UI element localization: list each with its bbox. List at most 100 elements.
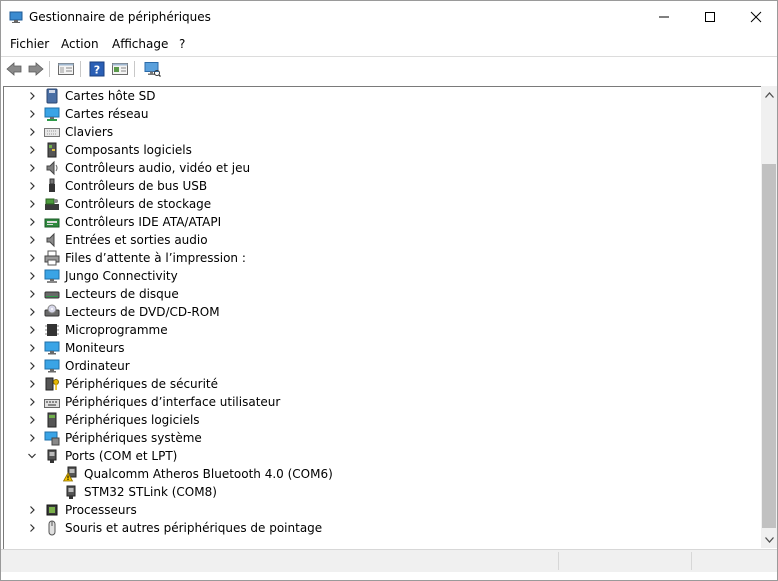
tree-item[interactable]: Contrôleurs audio, vidéo et jeu — [4, 159, 744, 177]
chevron-right-icon[interactable] — [26, 378, 38, 390]
tree-item-label: Claviers — [65, 125, 114, 139]
tree-item-label: Processeurs — [65, 503, 137, 517]
tree-item[interactable]: Composants logiciels — [4, 141, 744, 159]
chevron-right-icon[interactable] — [26, 432, 38, 444]
device-tree[interactable]: Cartes hôte SD Cartes réseau Claviers Compo… — [3, 86, 762, 549]
tree-item[interactable]: Ports (COM et LPT) — [4, 447, 744, 465]
chevron-right-icon[interactable] — [26, 360, 38, 372]
tree-item[interactable]: Moniteurs — [4, 339, 744, 357]
maximize-button[interactable] — [687, 1, 733, 33]
menu-help[interactable]: ? — [179, 37, 185, 51]
chevron-right-icon[interactable] — [26, 216, 38, 228]
chevron-right-icon[interactable] — [26, 90, 38, 102]
tree-item[interactable]: Claviers — [4, 123, 744, 141]
tree-item[interactable]: Contrôleurs de stockage — [4, 195, 744, 213]
tree-item-label: Lecteurs de disque — [65, 287, 179, 301]
update-driver-icon — [112, 63, 128, 75]
processor-icon — [46, 504, 58, 516]
tree-item[interactable]: Périphériques système — [4, 429, 744, 447]
tree-item[interactable]: Souris et autres périphériques de pointa… — [4, 519, 744, 537]
tree-item-label: Composants logiciels — [65, 143, 192, 157]
tree-item[interactable]: Lecteurs de disque — [4, 285, 744, 303]
tree-item[interactable]: Ordinateur — [4, 357, 744, 375]
toolbar-separator — [80, 61, 81, 77]
printer-icon — [44, 250, 60, 266]
title-bar[interactable]: Gestionnaire de périphériques — [1, 1, 777, 33]
help-button[interactable]: ? — [87, 59, 107, 79]
chevron-right-icon[interactable] — [26, 504, 38, 516]
tree-item[interactable]: Périphériques de sécurité — [4, 375, 744, 393]
chevron-right-icon[interactable] — [26, 522, 38, 534]
chevron-right-icon[interactable] — [26, 162, 38, 174]
tree-item[interactable]: Cartes hôte SD — [4, 87, 744, 105]
chevron-right-icon[interactable] — [26, 234, 38, 246]
chevron-right-icon[interactable] — [26, 270, 38, 282]
menu-bar: Fichier Action Affichage ? — [1, 33, 777, 55]
window-title: Gestionnaire de périphériques — [29, 10, 211, 24]
close-icon — [750, 11, 762, 23]
warning-port-icon — [63, 466, 77, 482]
storage-controller-icon — [45, 198, 59, 210]
menu-fichier[interactable]: Fichier — [10, 37, 49, 51]
scrollbar-thumb[interactable] — [762, 164, 776, 528]
status-cell — [691, 552, 692, 570]
port-icon — [66, 485, 76, 499]
maximize-icon — [705, 12, 715, 22]
forward-arrow-icon — [28, 62, 44, 76]
back-button[interactable] — [4, 59, 24, 79]
tree-item-label: Contrôleurs IDE ATA/ATAPI — [65, 215, 222, 229]
toolbar-separator — [134, 61, 135, 77]
tree-item[interactable]: Files d’attente à l’impression : — [4, 249, 744, 267]
chevron-right-icon[interactable] — [26, 324, 38, 336]
chevron-right-icon[interactable] — [26, 198, 38, 210]
forward-button[interactable] — [26, 59, 46, 79]
tree-item[interactable]: Périphériques logiciels — [4, 411, 744, 429]
menu-action[interactable]: Action — [61, 37, 99, 51]
keyboard-icon — [44, 128, 60, 137]
scroll-down-button[interactable] — [761, 531, 777, 548]
system-device-icon — [44, 431, 60, 446]
tree-item[interactable]: Processeurs — [4, 501, 744, 519]
tree-item[interactable]: Cartes réseau — [4, 105, 744, 123]
close-button[interactable] — [733, 1, 778, 33]
chevron-right-icon[interactable] — [26, 396, 38, 408]
chevron-right-icon[interactable] — [26, 288, 38, 300]
tree-item[interactable]: Contrôleurs de bus USB — [4, 177, 744, 195]
tree-item-label: Cartes réseau — [65, 107, 149, 121]
tree-child-item[interactable]: Qualcomm Atheros Bluetooth 4.0 (COM6) — [4, 465, 744, 483]
tree-item[interactable]: Jungo Connectivity — [4, 267, 744, 285]
chevron-down-icon[interactable] — [26, 450, 38, 462]
chevron-right-icon[interactable] — [26, 306, 38, 318]
audio-io-icon — [46, 232, 55, 248]
chevron-right-icon[interactable] — [26, 108, 38, 120]
tree-item[interactable]: Contrôleurs IDE ATA/ATAPI — [4, 213, 744, 231]
menu-affichage[interactable]: Affichage — [112, 37, 168, 51]
chevron-right-icon[interactable] — [26, 414, 38, 426]
properties-button[interactable] — [56, 59, 76, 79]
minimize-button[interactable] — [641, 1, 687, 33]
tree-item[interactable]: Entrées et sorties audio — [4, 231, 744, 249]
chevron-right-icon[interactable] — [26, 342, 38, 354]
mouse-icon — [48, 520, 56, 536]
firmware-chip-icon — [45, 324, 59, 336]
port-icon — [47, 449, 57, 463]
tree-item[interactable]: Lecteurs de DVD/CD-ROM — [4, 303, 744, 321]
chevron-right-icon[interactable] — [26, 180, 38, 192]
scan-hardware-button[interactable] — [142, 59, 162, 79]
update-driver-button[interactable] — [110, 59, 130, 79]
tree-item[interactable]: Microprogramme — [4, 321, 744, 339]
tree-item-label: Cartes hôte SD — [65, 89, 156, 103]
tree-item-label: Contrôleurs audio, vidéo et jeu — [65, 161, 251, 175]
tree-item-label: Files d’attente à l’impression : — [65, 251, 246, 265]
tree-item-label: Moniteurs — [65, 341, 125, 355]
computer-icon — [44, 359, 60, 373]
vertical-scrollbar[interactable] — [761, 86, 777, 548]
tree-child-item[interactable]: STM32 STLink (COM8) — [4, 483, 744, 501]
chevron-right-icon[interactable] — [26, 126, 38, 138]
scroll-up-button[interactable] — [761, 86, 777, 103]
tree-item-label: Lecteurs de DVD/CD-ROM — [65, 305, 220, 319]
chevron-right-icon[interactable] — [26, 252, 38, 264]
properties-icon — [58, 63, 74, 75]
tree-item[interactable]: Périphériques d’interface utilisateur — [4, 393, 744, 411]
chevron-right-icon[interactable] — [26, 144, 38, 156]
